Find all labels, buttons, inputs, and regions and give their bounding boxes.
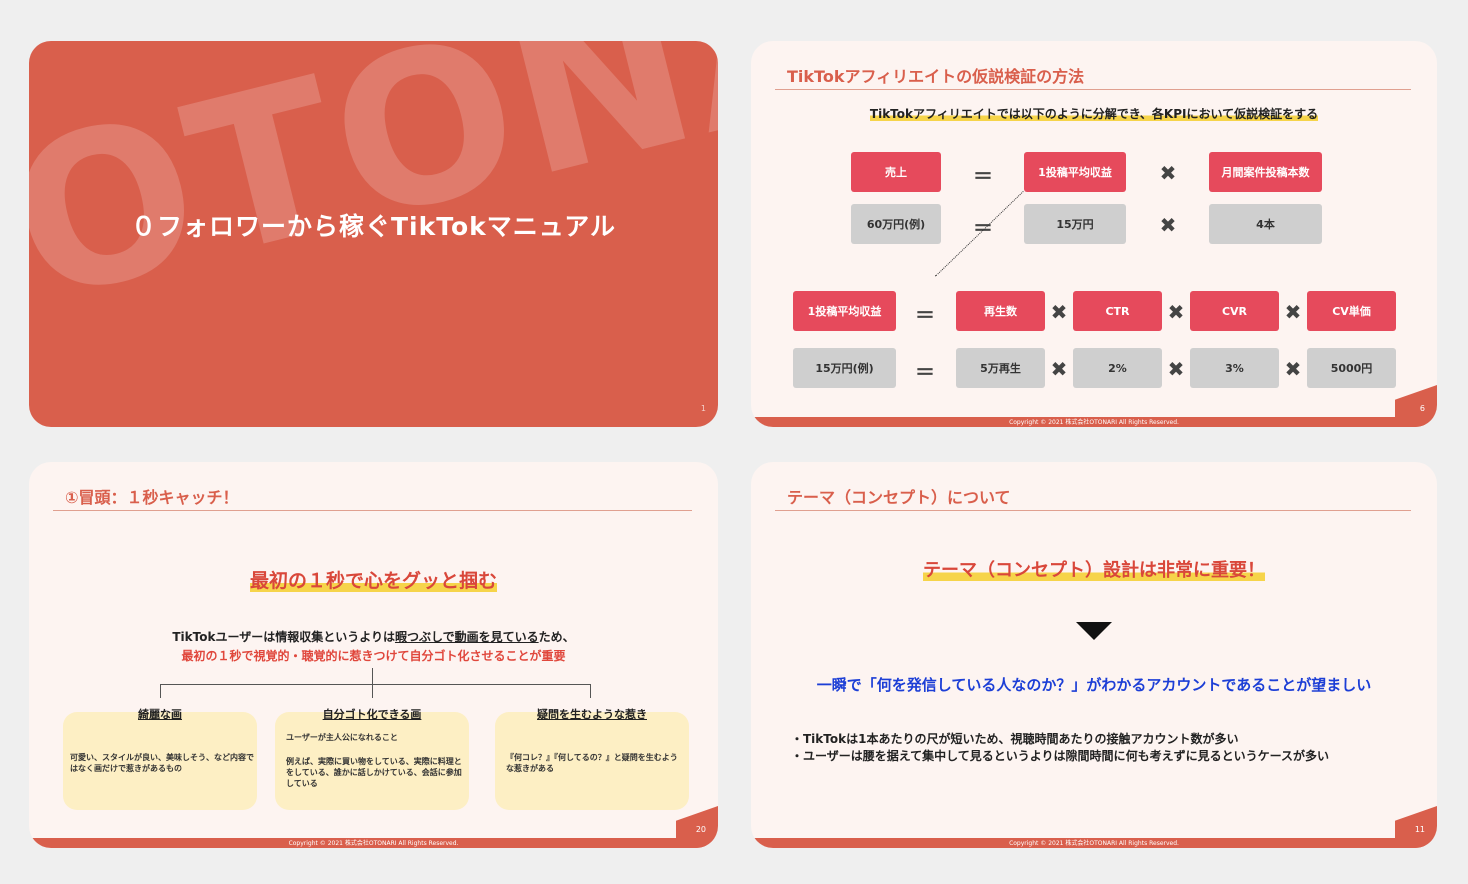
times-sign: ✖ (1167, 357, 1185, 381)
subtitle-text: TikTokアフィリエイトでは以下のように分解でき、各KPIにおいて仮説検証をす… (869, 107, 1319, 121)
watermark-logo: OTONARI (29, 41, 718, 349)
page-number: 1 (700, 404, 706, 413)
desc-underlined: 暇つぶしで動画を見ている (394, 630, 539, 644)
kpi-box-monthly-posts: 月間案件投稿本数 (1209, 152, 1322, 192)
slide-cover[interactable]: OTONARI ０フォロワーから稼ぐTikTokマニュアル 1 (29, 41, 718, 427)
copyright: Copyright © 2021 株式会社OTONARI All Rights … (1009, 419, 1179, 426)
page-number: 6 (1419, 404, 1425, 413)
title-divider (775, 89, 1411, 90)
cover-title: ０フォロワーから稼ぐTikTokマニュアル (130, 212, 617, 241)
tree-leg (160, 684, 161, 698)
title-divider (53, 510, 692, 511)
times-sign: ✖ (1284, 300, 1302, 324)
copyright: Copyright © 2021 株式会社OTONARI All Rights … (1009, 840, 1179, 847)
tree-branch (160, 684, 590, 685)
description-line-2: 最初の１秒で視覚的・聴覚的に惹きつけて自分ゴト化させることが重要 (181, 649, 566, 663)
card-text-2b: 例えば、実際に買い物をしている、実際に料理とをしている、誰かに話しかけている、会… (286, 757, 462, 789)
card-text-3: 『何コレ？』『何してるの？』と疑問を生むような惹きがある (506, 753, 678, 774)
kpi-box-cvr: CVR (1190, 291, 1279, 331)
page-number: 20 (695, 825, 706, 834)
title-divider (775, 510, 1411, 511)
times-sign: ✖ (1159, 161, 1177, 185)
kpi-box-avg-revenue-2: 1投稿平均収益 (793, 291, 896, 331)
catchphrase-text: 最初の１秒で心をグッと掴む (249, 570, 497, 592)
key-message: 一瞬で「何を発信している人なのか？」がわかるアカウントであることが望ましい (816, 676, 1372, 694)
tree-stem (372, 668, 373, 685)
card-text-2a: ユーザーが主人公になれること (286, 733, 398, 742)
value-box-monthly-posts: 4本 (1209, 204, 1322, 244)
value-box-sales: 60万円(例) (851, 204, 941, 244)
kpi-box-sales: 売上 (851, 152, 941, 192)
page-number: 11 (1414, 825, 1425, 834)
kpi-box-ctr: CTR (1073, 291, 1162, 331)
equals-sign: ＝ (915, 303, 935, 327)
tree-leg (590, 684, 591, 698)
value-box-avg-revenue: 15万円 (1024, 204, 1126, 244)
card-head-2: 自分ゴト化できる画 (322, 708, 422, 721)
copyright: Copyright © 2021 株式会社OTONARI All Rights … (288, 840, 459, 847)
bullet-1: ・TikTokは1本あたりの尺が短いため、視聴時間あたりの接触アカウント数が多い (791, 732, 1239, 746)
slide-subtitle: TikTokアフィリエイトでは以下のように分解でき、各KPIにおいて仮説検証をす… (751, 105, 1437, 122)
kpi-box-cv-price: CV単価 (1307, 291, 1396, 331)
slide-hook[interactable]: ①冒頭：１秒キャッチ！ 最初の１秒で心をグッと掴む TikTokユーザーは情報収… (29, 462, 718, 848)
catchphrase: テーマ（コンセプト）設計は非常に重要！ (751, 556, 1437, 582)
catchphrase: 最初の１秒で心をグッと掴む (29, 566, 718, 593)
times-sign: ✖ (1284, 357, 1302, 381)
value-box-cv-price: 5000円 (1307, 348, 1396, 388)
times-sign: ✖ (1050, 357, 1068, 381)
description-line-1: TikTokユーザーは情報収集というよりは暇つぶしで動画を見ているため、 (29, 628, 718, 645)
value-box-cvr: 3% (1190, 348, 1279, 388)
desc-part-b: ため、 (538, 630, 575, 644)
value-box-avg-revenue-2: 15万円(例) (793, 348, 896, 388)
slide-theme[interactable]: テーマ（コンセプト）について テーマ（コンセプト）設計は非常に重要！ 一瞬で「何… (751, 462, 1437, 848)
desc-part-a: TikTokユーザーは情報収集というよりは (172, 630, 395, 644)
slide-title: TikTokアフィリエイトの仮説検証の方法 (787, 67, 1085, 86)
card-head-1: 綺麗な画 (138, 708, 182, 721)
kpi-box-views: 再生数 (956, 291, 1045, 331)
tree-leg (372, 684, 373, 698)
card-text-1: 可愛い、スタイルが良い、美味しそう、など内容ではなく画だけで惹きがあるもの (70, 753, 254, 774)
value-box-ctr: 2% (1073, 348, 1162, 388)
equals-sign: ＝ (973, 164, 993, 188)
slide-kpi[interactable]: TikTokアフィリエイトの仮説検証の方法 TikTokアフィリエイトでは以下の… (751, 41, 1437, 427)
times-sign: ✖ (1167, 300, 1185, 324)
times-sign: ✖ (1050, 300, 1068, 324)
slide-title: テーマ（コンセプト）について (787, 488, 1011, 507)
catchphrase-text: テーマ（コンセプト）設計は非常に重要！ (923, 560, 1265, 581)
times-sign: ✖ (1159, 213, 1177, 237)
bullet-2: ・ユーザーは腰を据えて集中して見るというよりは隙間時間に何も考えずに見るというケ… (791, 749, 1329, 763)
dotted-arrow (935, 191, 1024, 277)
card-head-3: 疑問を生むような惹き (537, 708, 647, 721)
kpi-box-avg-revenue: 1投稿平均収益 (1024, 152, 1126, 192)
slide-title: ①冒頭：１秒キャッチ！ (65, 488, 239, 507)
value-box-views: 5万再生 (956, 348, 1045, 388)
equals-sign: ＝ (915, 360, 935, 384)
down-arrow-icon (1076, 622, 1112, 640)
